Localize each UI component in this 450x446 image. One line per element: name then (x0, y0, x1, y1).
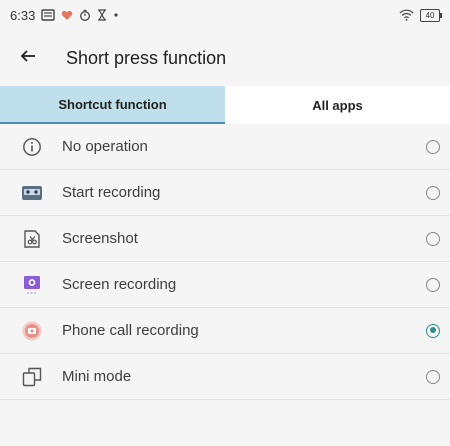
option-label: No operation (62, 138, 148, 155)
option-label: Screen recording (62, 276, 177, 293)
app-bar: Short press function (0, 30, 450, 86)
heart-icon (61, 10, 73, 21)
status-left: 6:33 (10, 8, 119, 23)
option-label: Phone call recording (62, 322, 199, 339)
screen-recording-icon (20, 273, 44, 297)
option-no-operation[interactable]: No operation (0, 124, 450, 170)
option-label: Start recording (62, 184, 161, 201)
option-label: Screenshot (62, 230, 138, 247)
recorder-icon (20, 181, 44, 205)
tab-all-apps[interactable]: All apps (225, 86, 450, 124)
option-mini-mode[interactable]: Mini mode (0, 354, 450, 400)
back-button[interactable] (0, 30, 56, 86)
notification-icon (41, 9, 56, 21)
screenshot-icon (20, 227, 44, 251)
radio-button[interactable] (426, 277, 440, 292)
options-list: No operation Start recording Screenshot (0, 124, 450, 400)
info-icon (20, 135, 44, 159)
tab-bar: Shortcut function All apps (0, 86, 450, 124)
radio-button[interactable] (426, 139, 440, 154)
arrow-left-icon (20, 49, 36, 68)
tab-label: Shortcut function (58, 96, 167, 112)
mini-mode-icon (20, 365, 44, 389)
option-screen-recording[interactable]: Screen recording (0, 262, 450, 308)
page-title: Short press function (66, 47, 227, 68)
radio-button[interactable] (426, 185, 440, 200)
option-label: Mini mode (62, 368, 132, 385)
status-bar: 6:33 40 (0, 0, 450, 30)
radio-button-selected[interactable] (426, 323, 440, 338)
battery-level: 40 (425, 10, 435, 20)
battery-icon: 40 (420, 8, 442, 22)
timer-icon (79, 9, 91, 21)
option-screenshot[interactable]: Screenshot (0, 216, 450, 262)
dot-icon (113, 12, 119, 18)
hourglass-icon (97, 9, 107, 21)
wifi-icon (399, 9, 414, 21)
radio-button[interactable] (426, 369, 440, 384)
call-recording-icon (20, 319, 44, 343)
tab-shortcut-function[interactable]: Shortcut function (0, 86, 225, 124)
status-time: 6:33 (10, 7, 36, 23)
option-start-recording[interactable]: Start recording (0, 170, 450, 216)
radio-button[interactable] (426, 231, 440, 246)
status-right: 40 (399, 8, 442, 22)
tab-label: All apps (312, 97, 363, 113)
option-phone-call-recording[interactable]: Phone call recording (0, 308, 450, 354)
